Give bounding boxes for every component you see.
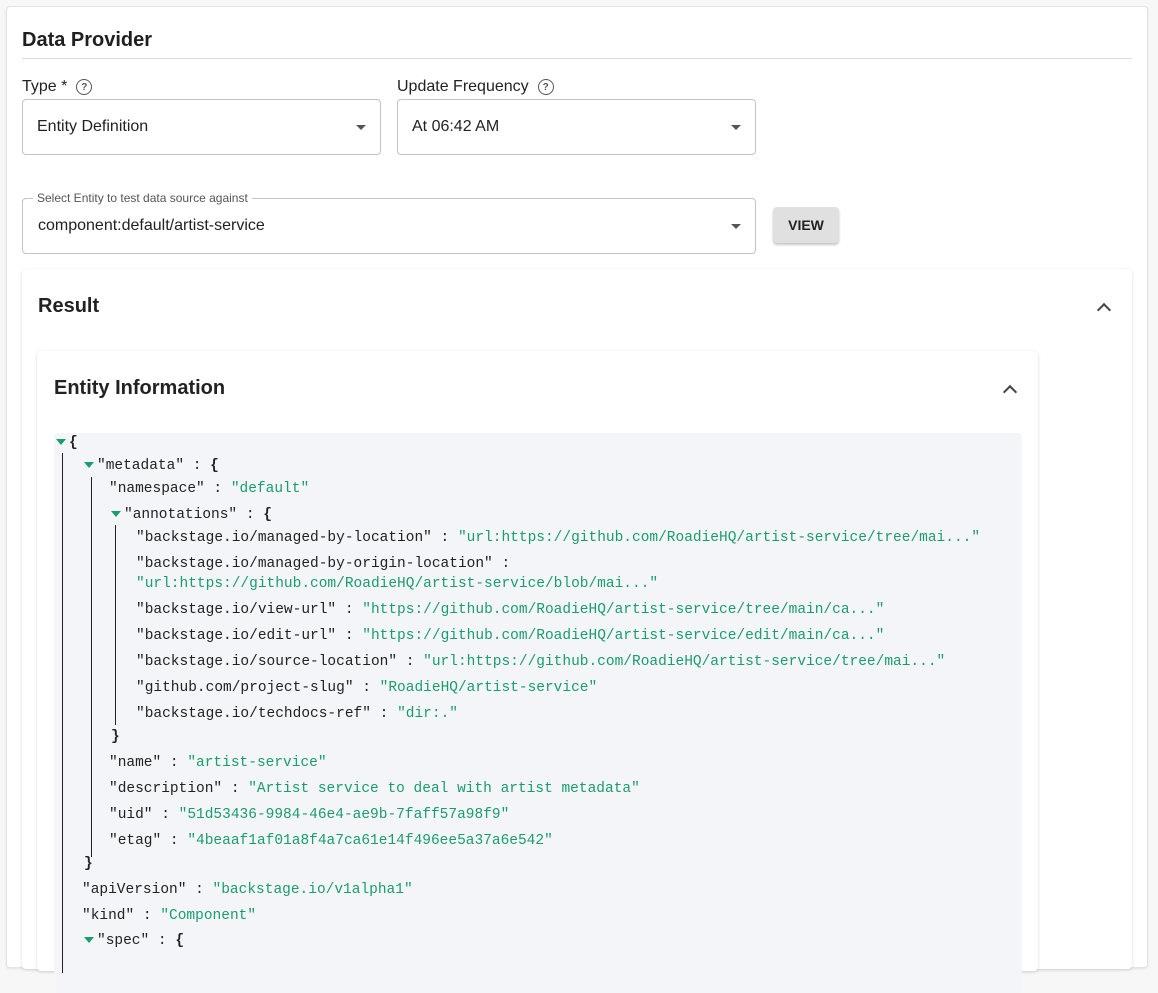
entity-information-title: Entity Information	[54, 377, 226, 399]
frequency-select[interactable]: At 06:42 AM	[397, 99, 756, 155]
json-annotation-value-wrapped: "url:https://github.com/RoadieHQ/artist-…	[136, 576, 659, 592]
json-apiversion-line: "apiVersion" : "backstage.io/v1alpha1"	[82, 882, 413, 898]
json-uid-line: "uid" : "51d53436-9984-46e4-ae9b-7faff57…	[109, 807, 510, 823]
expand-triangle-icon[interactable]	[84, 937, 94, 944]
json-annotation-line: "backstage.io/view-url" : "https://githu…	[136, 602, 885, 618]
type-select-value: Entity Definition	[37, 118, 149, 135]
view-button[interactable]: VIEW	[773, 207, 839, 243]
json-metadata-line: "metadata" : {	[84, 458, 219, 474]
tree-guide-line	[62, 453, 63, 973]
collapse-chevron-icon[interactable]	[1096, 302, 1112, 318]
entity-select[interactable]: Select Entity to test data source agains…	[22, 191, 756, 254]
result-title: Result	[38, 295, 100, 317]
json-name-line: "name" : "artist-service"	[109, 755, 327, 771]
json-close-brace: }	[111, 729, 120, 745]
json-spec-line: "spec" : {	[84, 933, 184, 949]
help-icon[interactable]: ?	[76, 79, 93, 95]
json-annotation-line: "backstage.io/managed-by-location" : "ur…	[136, 530, 981, 546]
result-panel: Result Entity Information { "metadata" :…	[22, 269, 1132, 993]
json-annotations-line: "annotations" : {	[111, 507, 272, 523]
json-annotation-line: "backstage.io/techdocs-ref" : "dir:."	[136, 706, 458, 722]
data-provider-card: Data Provider Type * ? Entity Definition…	[6, 6, 1148, 993]
json-etag-line: "etag" : "4beaaf1af01a8f4a7ca61e14f496ee…	[109, 833, 553, 849]
section-title: Data Provider	[22, 29, 153, 51]
type-label: Type * ?	[22, 78, 93, 96]
json-annotation-line: "backstage.io/source-location" : "url:ht…	[136, 654, 946, 670]
json-close-brace: }	[84, 856, 93, 872]
json-viewer: { "metadata" : { "namespace" : "default"…	[54, 433, 1022, 993]
entity-select-value: component:default/artist-service	[38, 217, 265, 234]
json-namespace-line: "namespace" : "default"	[109, 481, 310, 497]
dropdown-arrow-icon	[731, 124, 741, 130]
json-annotation-line: "backstage.io/managed-by-origin-location…	[136, 556, 511, 572]
expand-triangle-icon[interactable]	[84, 462, 94, 469]
json-root-line: {	[56, 435, 78, 451]
dropdown-arrow-icon	[356, 124, 366, 130]
json-annotation-line: "backstage.io/edit-url" : "https://githu…	[136, 628, 885, 644]
type-label-text: Type *	[22, 78, 68, 95]
collapse-chevron-icon[interactable]	[1002, 384, 1018, 400]
json-kind-line: "kind" : "Component"	[82, 908, 257, 924]
frequency-label-text: Update Frequency	[397, 78, 529, 95]
expand-triangle-icon[interactable]	[111, 511, 121, 518]
json-annotation-line: "github.com/project-slug" : "RoadieHQ/ar…	[136, 680, 598, 696]
entity-information-panel: Entity Information { "metadata" : { "nam…	[37, 351, 1038, 993]
frequency-label: Update Frequency ?	[397, 78, 554, 96]
frequency-select-value: At 06:42 AM	[412, 118, 500, 135]
type-select[interactable]: Entity Definition	[22, 99, 381, 155]
json-description-line: "description" : "Artist service to deal …	[109, 781, 640, 797]
dropdown-arrow-icon	[731, 223, 741, 229]
divider	[22, 58, 1132, 59]
tree-guide-line	[91, 477, 92, 857]
tree-guide-line	[115, 525, 116, 725]
entity-select-legend: Select Entity to test data source agains…	[33, 191, 252, 205]
expand-triangle-icon[interactable]	[56, 439, 66, 446]
help-icon[interactable]: ?	[537, 79, 554, 95]
